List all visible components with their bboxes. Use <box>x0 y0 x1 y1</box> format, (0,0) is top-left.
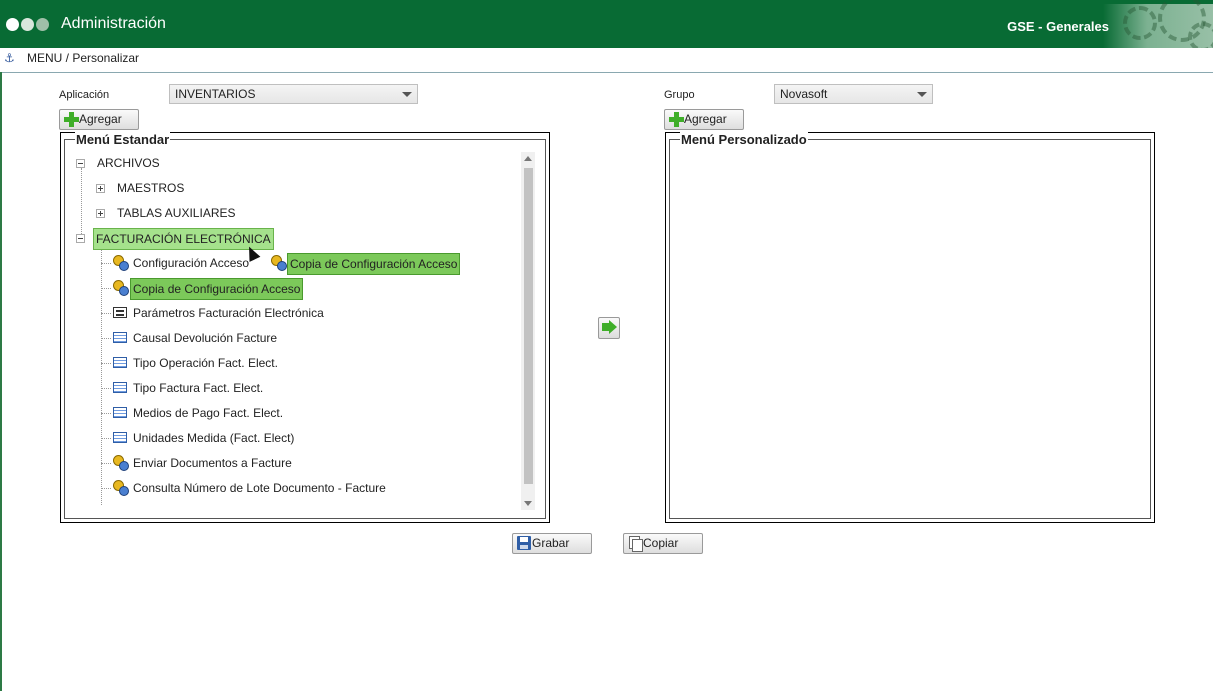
tree-item-unidades-medida[interactable]: Unidades Medida (Fact. Elect) <box>113 428 413 448</box>
tree-node-label: MAESTROS <box>117 181 185 195</box>
transfer-right-button[interactable] <box>598 317 620 339</box>
tree-item-label: Unidades Medida (Fact. Elect) <box>133 431 295 445</box>
collapse-icon[interactable] <box>76 159 85 168</box>
breadcrumb-text: MENU / Personalizar <box>27 51 140 65</box>
table-icon <box>113 382 127 393</box>
plus-icon <box>64 112 79 127</box>
grupo-value: Novasoft <box>780 87 828 101</box>
drag-ghost: Copia de Configuración Acceso <box>271 253 461 275</box>
copiar-button[interactable]: Copiar <box>623 533 703 554</box>
window-dots <box>6 18 51 32</box>
tree-item-label: Causal Devolución Facture <box>133 331 278 345</box>
config-gear-icon <box>271 255 287 271</box>
tree-item-tipo-operacion[interactable]: Tipo Operación Fact. Elect. <box>113 353 413 373</box>
grupo-label: Grupo <box>664 89 695 101</box>
table-icon <box>113 357 127 368</box>
agregar-right-label: Agregar <box>684 112 727 126</box>
config-gear-icon <box>113 455 129 471</box>
aplicacion-select[interactable]: INVENTARIOS <box>169 84 418 104</box>
gears-logo-icon <box>1103 0 1213 48</box>
agregar-left-button[interactable]: Agregar <box>59 109 139 130</box>
tree-item-copia-configuracion[interactable]: Copia de Configuración Acceso <box>113 278 413 300</box>
chevron-down-icon <box>402 92 412 97</box>
tree-item-medios-pago[interactable]: Medios de Pago Fact. Elect. <box>113 403 413 423</box>
chevron-down-icon <box>917 92 927 97</box>
breadcrumb: ⚓ MENU / Personalizar <box>0 48 1213 73</box>
grabar-label: Grabar <box>532 536 570 550</box>
menu-personalizado-panel[interactable]: Menú Personalizado <box>665 132 1155 523</box>
tree-item-label: Configuración Acceso <box>133 256 250 270</box>
tree-item-label: Tipo Operación Fact. Elect. <box>133 356 278 370</box>
collapse-icon[interactable] <box>76 234 85 243</box>
save-icon <box>517 536 531 550</box>
module-label: GSE - Generales <box>1007 19 1109 34</box>
menu-personalizado-legend: Menú Personalizado <box>680 132 808 147</box>
tree-item-label: Parámetros Facturación Electrónica <box>133 306 324 320</box>
left-border <box>0 72 2 691</box>
table-icon <box>113 332 127 343</box>
tree-node-label: ARCHIVOS <box>97 156 160 170</box>
tree-node-facturacion[interactable]: FACTURACIÓN ELECTRÓNICA <box>76 228 276 250</box>
grabar-button[interactable]: Grabar <box>512 533 592 554</box>
config-gear-icon <box>113 255 129 271</box>
config-gear-icon <box>113 280 129 296</box>
agregar-left-label: Agregar <box>79 112 122 126</box>
aplicacion-value: INVENTARIOS <box>175 87 256 101</box>
app-title: Administración <box>61 15 166 32</box>
expand-icon[interactable] <box>96 209 105 218</box>
drag-ghost-label: Copia de Configuración Acceso <box>287 253 461 275</box>
tree-item-consulta-lote[interactable]: Consulta Número de Lote Documento - Fact… <box>113 478 413 498</box>
tree-item-causal-devolucion[interactable]: Causal Devolución Facture <box>113 328 413 348</box>
table-icon <box>113 432 127 443</box>
tree-node-archivos[interactable]: ARCHIVOS <box>76 153 276 173</box>
tree-scrollbar[interactable] <box>521 152 535 510</box>
tree-item-tipo-factura[interactable]: Tipo Factura Fact. Elect. <box>113 378 413 398</box>
dot-2[interactable] <box>21 18 34 31</box>
agregar-right-button[interactable]: Agregar <box>664 109 744 130</box>
copy-icon <box>629 536 643 552</box>
config-gear-icon <box>113 480 129 496</box>
tree-item-label: Copia de Configuración Acceso <box>130 278 304 300</box>
menu-estandar-legend: Menú Estandar <box>75 132 171 147</box>
tree-line <box>101 245 102 505</box>
scroll-down-icon[interactable] <box>524 501 532 506</box>
tree-item-enviar-documentos[interactable]: Enviar Documentos a Facture <box>113 453 413 473</box>
grupo-select[interactable]: Novasoft <box>774 84 933 104</box>
tree-item-parametros[interactable]: Parámetros Facturación Electrónica <box>113 303 413 323</box>
form-icon <box>113 307 127 318</box>
arrow-right-icon-head <box>609 320 617 334</box>
tree-node-tablas-auxiliares[interactable]: TABLAS AUXILIARES <box>96 203 296 223</box>
scroll-up-icon[interactable] <box>524 156 532 161</box>
tree-item-label: Consulta Número de Lote Documento - Fact… <box>133 481 386 495</box>
copiar-label: Copiar <box>643 536 679 550</box>
tree-node-maestros[interactable]: MAESTROS <box>96 178 296 198</box>
anchor-icon: ⚓ <box>4 51 15 65</box>
tree-item-label: Tipo Factura Fact. Elect. <box>133 381 264 395</box>
scroll-thumb[interactable] <box>524 168 533 484</box>
tree-node-label: TABLAS AUXILIARES <box>117 206 236 220</box>
expand-icon[interactable] <box>96 184 105 193</box>
table-icon <box>113 407 127 418</box>
tree-item-label: Enviar Documentos a Facture <box>133 456 292 470</box>
aplicacion-label: Aplicación <box>59 89 110 101</box>
menu-personalizado-inner[interactable] <box>669 139 1151 519</box>
plus-icon <box>669 112 684 127</box>
dot-3[interactable] <box>36 18 49 31</box>
tree-item-label: Medios de Pago Fact. Elect. <box>133 406 284 420</box>
dot-1[interactable] <box>6 18 19 31</box>
app-header: Administración GSE - Generales <box>0 0 1213 48</box>
